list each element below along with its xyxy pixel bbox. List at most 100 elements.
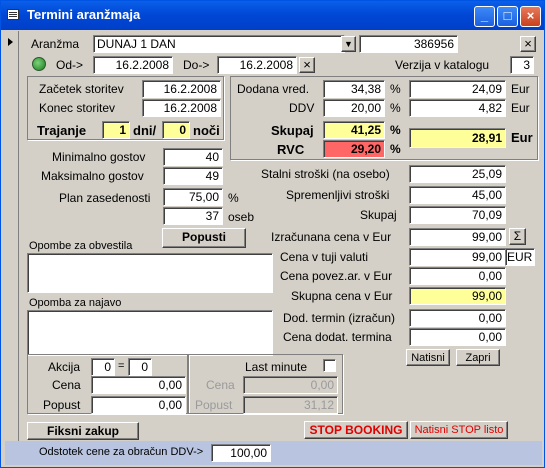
akcija-popust-label: Popust	[43, 398, 81, 412]
akcija-label: Akcija	[48, 360, 81, 374]
min-gostov-label: Minimalno gostov	[52, 150, 146, 164]
verzija-label: Verzija v katalogu	[395, 58, 490, 72]
clear-aranzma-button[interactable]: ×	[520, 36, 536, 52]
rvc-eur-unit: Eur	[511, 130, 533, 145]
natisni-stop-listo-button[interactable]: Natisni STOP listo	[410, 421, 508, 439]
rvc-eur-field[interactable]: 28,91	[409, 128, 506, 148]
odstotek-label: Odstotek cene za obračun DDV->	[39, 446, 204, 458]
akcija-eq-label: =	[118, 360, 125, 372]
noci-label: noči	[193, 123, 220, 138]
footer-bar: Odstotek cene za obračun DDV-> 100,00	[5, 441, 542, 465]
spremenljivi-label: Spremenljivi stroški	[286, 188, 390, 202]
aranzma-label: Aranžma	[31, 37, 80, 51]
globe-icon[interactable]	[32, 57, 46, 71]
plan-oseb-field[interactable]: 37	[163, 207, 223, 225]
current-record-arrow-icon	[8, 38, 13, 46]
rvc-pct-unit: %	[390, 142, 401, 156]
maximize-button[interactable]: □	[497, 6, 518, 27]
plan-pct-field[interactable]: 75,00	[163, 188, 223, 206]
dodana-pct-field[interactable]: 34,38	[323, 80, 385, 98]
aranzma-select[interactable]: DUNAJ 1 DAN	[93, 35, 345, 53]
oseb-label: oseb	[228, 210, 255, 224]
aranzma-dropdown-button[interactable]: ▼	[341, 36, 356, 52]
last-minute-popust-field: 31,12	[243, 396, 338, 414]
opomba-najavo-textarea[interactable]	[27, 310, 273, 356]
od-label: Od->	[56, 58, 84, 72]
do-label: Do->	[183, 58, 210, 72]
rvc-pct-field[interactable]: 29,20	[323, 140, 385, 158]
akcija-popust-field[interactable]: 0,00	[91, 396, 186, 414]
fiksni-zakup-button[interactable]: Fiksni zakup	[27, 422, 139, 440]
close-button[interactable]: ×	[520, 6, 541, 27]
odstotek-field[interactable]: 100,00	[211, 444, 271, 462]
akcija-a-field[interactable]: 0	[91, 358, 115, 376]
od-date-field[interactable]: 16.2.2008	[93, 56, 173, 74]
trajanje-label: Trajanje	[37, 123, 87, 138]
spremenljivi-field[interactable]: 45,00	[409, 186, 506, 204]
max-gostov-label: Maksimalno gostov	[41, 169, 144, 183]
last-minute-checkbox[interactable]	[323, 359, 336, 372]
max-gostov-field[interactable]: 49	[163, 167, 223, 185]
konec-field[interactable]: 16.2.2008	[142, 99, 221, 117]
dni-label: dni/	[133, 123, 157, 138]
skupna-field[interactable]: 99,00	[409, 287, 506, 305]
clear-do-button[interactable]: ×	[299, 57, 315, 73]
povez-field[interactable]: 0,00	[409, 267, 506, 285]
tuji-label: Cena v tuji valuti	[280, 250, 369, 264]
last-minute-label: Last minute	[245, 360, 308, 374]
akcija-cena-field[interactable]: 0,00	[91, 376, 186, 394]
zacetek-field[interactable]: 16.2.2008	[142, 80, 221, 98]
skupaj-pct-field[interactable]: 41,25	[323, 121, 385, 139]
skupaj-pct-label: Skupaj	[271, 123, 314, 138]
stop-booking-button[interactable]: STOP BOOKING	[304, 421, 408, 439]
povez-label: Cena povez.ar. v Eur	[280, 269, 393, 283]
konec-label: Konec storitev	[39, 101, 116, 115]
dodana-eur-field[interactable]: 24,09	[409, 80, 506, 98]
dod-termin-field[interactable]: 0,00	[409, 309, 506, 327]
dodana-eur-unit: Eur	[511, 82, 530, 96]
verzija-field[interactable]: 3	[510, 56, 534, 74]
opombe-obvestila-textarea[interactable]	[27, 253, 273, 293]
dod-termin-label: Dod. termin (izračun)	[283, 311, 396, 325]
record-selector[interactable]	[5, 31, 19, 465]
plan-pct-unit: %	[228, 191, 239, 205]
cena-dodat-label: Cena dodat. termina	[283, 330, 392, 344]
zacetek-label: Začetek storitev	[39, 82, 124, 96]
skupaj-pct-unit: %	[390, 123, 401, 137]
last-minute-cena-label: Cena	[206, 378, 235, 392]
currency-field[interactable]: EUR	[505, 248, 535, 266]
dodana-pct-unit: %	[390, 82, 401, 96]
min-gostov-field[interactable]: 40	[163, 148, 223, 166]
popusti-button[interactable]: Popusti	[162, 228, 246, 248]
akcija-b-field[interactable]: 0	[128, 358, 152, 376]
minimize-button[interactable]: _	[474, 6, 495, 27]
skupaj-field[interactable]: 70,09	[409, 206, 506, 224]
akcija-cena-label: Cena	[52, 378, 81, 392]
aranzma-id-field[interactable]: 386956	[359, 35, 458, 53]
stalni-label: Stalni stroški (na osebo)	[261, 167, 390, 181]
ddv-eur-field[interactable]: 4,82	[409, 99, 506, 117]
last-minute-cena-field: 0,00	[243, 376, 338, 394]
tuji-field[interactable]: 99,00	[409, 248, 506, 266]
sigma-button[interactable]: Σ	[509, 228, 526, 245]
do-date-field[interactable]: 16.2.2008	[217, 56, 297, 74]
stalni-field[interactable]: 25,09	[409, 165, 506, 183]
izracunana-field[interactable]: 99,00	[409, 228, 506, 246]
cena-dodat-field[interactable]: 0,00	[409, 328, 506, 346]
last-minute-popust-label: Popust	[195, 398, 233, 412]
skupaj-label: Skupaj	[360, 208, 397, 222]
trajanje-noci-field[interactable]: 0	[162, 121, 190, 139]
opombe-obvestila-label: Opombe za obvestila	[29, 240, 133, 252]
ddv-pct-field[interactable]: 20,00	[323, 99, 385, 117]
izracunana-label: Izračunana cena v Eur	[271, 230, 392, 244]
title-bar[interactable]: Termini aranžmaja _ □ ×	[1, 1, 544, 30]
natisni-button[interactable]: Natisni	[406, 349, 450, 366]
skupna-label: Skupna cena v Eur	[291, 289, 393, 303]
ddv-eur-unit: Eur	[511, 101, 530, 115]
form-icon	[7, 9, 19, 20]
window-title: Termini aranžmaja	[27, 7, 141, 22]
zapri-button[interactable]: Zapri	[456, 349, 500, 366]
form-body: Aranžma DUNAJ 1 DAN ▼ 386956 × Od-> 16.2…	[5, 31, 542, 465]
opomba-najavo-label: Opomba za najavo	[29, 297, 122, 309]
trajanje-dni-field[interactable]: 1	[102, 121, 130, 139]
